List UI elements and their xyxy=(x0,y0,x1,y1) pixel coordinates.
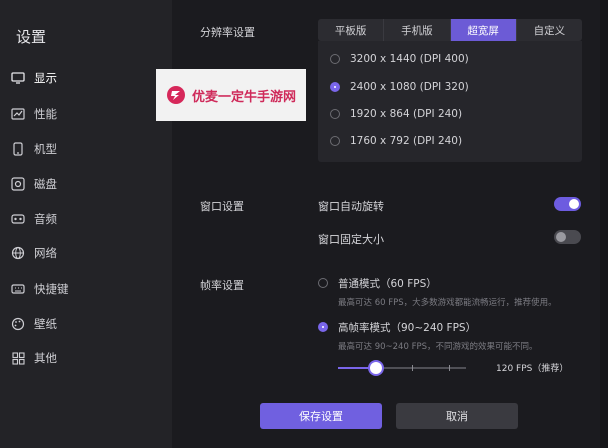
save-button[interactable]: 保存设置 xyxy=(260,403,382,429)
keyboard-icon xyxy=(10,281,26,297)
globe-icon xyxy=(10,245,26,261)
watermark-text: 优麦一定牛手游网 xyxy=(192,89,297,105)
slider-tick xyxy=(449,365,450,371)
sidebar-item-wallpaper[interactable]: 壁纸 xyxy=(10,311,160,337)
fixed-size-toggle[interactable] xyxy=(554,230,581,244)
palette-icon xyxy=(10,316,26,332)
resolution-option-label: 1760 x 792 (DPI 240) xyxy=(350,135,463,147)
tab-phone[interactable]: 手机版 xyxy=(384,19,451,41)
window-section-label: 窗口设置 xyxy=(200,200,244,213)
watermark-logo-icon xyxy=(166,85,186,105)
slider-tick xyxy=(412,365,413,371)
chart-icon xyxy=(10,106,26,122)
speaker-icon xyxy=(10,211,26,227)
framerate-high-option[interactable]: 高帧率模式（90~240 FPS） xyxy=(318,317,476,337)
sidebar-item-label: 快捷键 xyxy=(34,282,69,296)
sidebar-item-other[interactable]: 其他 xyxy=(10,345,160,371)
sidebar-item-label: 性能 xyxy=(34,107,57,121)
sidebar-item-label: 音频 xyxy=(34,212,57,226)
grid-icon xyxy=(10,350,26,366)
framerate-section-label: 帧率设置 xyxy=(200,279,244,292)
sidebar-item-label: 壁纸 xyxy=(34,317,57,331)
settings-title: 设置 xyxy=(16,28,47,46)
resolution-options: 3200 x 1440 (DPI 400) 2400 x 1080 (DPI 3… xyxy=(318,41,582,162)
cancel-button[interactable]: 取消 xyxy=(396,403,518,429)
auto-rotate-label: 窗口自动旋转 xyxy=(318,200,384,213)
sidebar-item-label: 显示 xyxy=(34,71,57,85)
phone-icon xyxy=(10,141,26,157)
sidebar: 设置 显示 性能 机型 磁盘 音频 网络 快捷键 壁纸 其他 xyxy=(0,0,172,448)
tab-custom[interactable]: 自定义 xyxy=(517,19,582,41)
fixed-size-label: 窗口固定大小 xyxy=(318,233,384,246)
toggle-knob xyxy=(556,232,566,242)
resolution-option[interactable]: 2400 x 1080 (DPI 320) xyxy=(330,77,469,97)
tab-ultrawide[interactable]: 超宽屏 xyxy=(450,19,517,41)
radio-button[interactable] xyxy=(330,82,340,92)
sidebar-item-label: 其他 xyxy=(34,351,57,365)
radio-button[interactable] xyxy=(330,109,340,119)
sidebar-item-shortcuts[interactable]: 快捷键 xyxy=(10,276,160,302)
auto-rotate-toggle[interactable] xyxy=(554,197,581,211)
framerate-normal-option[interactable]: 普通模式（60 FPS） xyxy=(318,273,437,293)
tab-tablet[interactable]: 平板版 xyxy=(318,19,385,41)
sidebar-item-performance[interactable]: 性能 xyxy=(10,101,160,127)
resolution-tabs: 平板版 手机版 超宽屏 自定义 xyxy=(318,19,582,41)
sidebar-item-display[interactable]: 显示 xyxy=(10,65,160,91)
sidebar-item-label: 机型 xyxy=(34,142,57,156)
sidebar-item-audio[interactable]: 音频 xyxy=(10,206,160,232)
window-edge xyxy=(600,0,608,448)
framerate-high-label: 高帧率模式（90~240 FPS） xyxy=(338,321,477,334)
resolution-option[interactable]: 3200 x 1440 (DPI 400) xyxy=(330,49,469,69)
framerate-slider[interactable] xyxy=(338,362,466,374)
radio-button[interactable] xyxy=(318,278,328,288)
resolution-option[interactable]: 1920 x 864 (DPI 240) xyxy=(330,104,462,124)
resolution-section-label: 分辨率设置 xyxy=(200,26,255,39)
sidebar-item-network[interactable]: 网络 xyxy=(10,240,160,266)
sidebar-item-model[interactable]: 机型 xyxy=(10,136,160,162)
disk-icon xyxy=(10,176,26,192)
resolution-option[interactable]: 1760 x 792 (DPI 240) xyxy=(330,131,462,151)
sidebar-item-label: 网络 xyxy=(34,246,57,260)
resolution-option-label: 2400 x 1080 (DPI 320) xyxy=(350,81,469,93)
radio-button[interactable] xyxy=(330,54,340,64)
sidebar-item-label: 磁盘 xyxy=(34,177,57,191)
framerate-normal-hint: 最高可达 60 FPS，大多数游戏都能流畅运行，推荐使用。 xyxy=(338,298,557,308)
framerate-high-hint: 最高可达 90~240 FPS，不同游戏的效果可能不同。 xyxy=(338,342,538,352)
radio-button[interactable] xyxy=(318,322,328,332)
resolution-option-label: 1920 x 864 (DPI 240) xyxy=(350,108,463,120)
slider-handle[interactable] xyxy=(370,362,382,374)
resolution-option-label: 3200 x 1440 (DPI 400) xyxy=(350,53,469,65)
watermark-banner: 优麦一定牛手游网 xyxy=(156,69,306,121)
slider-value-label: 120 FPS（推荐） xyxy=(496,364,569,374)
framerate-normal-label: 普通模式（60 FPS） xyxy=(338,277,437,290)
radio-button[interactable] xyxy=(330,136,340,146)
sidebar-item-disk[interactable]: 磁盘 xyxy=(10,171,160,197)
toggle-knob xyxy=(569,199,579,209)
monitor-icon xyxy=(10,70,26,86)
